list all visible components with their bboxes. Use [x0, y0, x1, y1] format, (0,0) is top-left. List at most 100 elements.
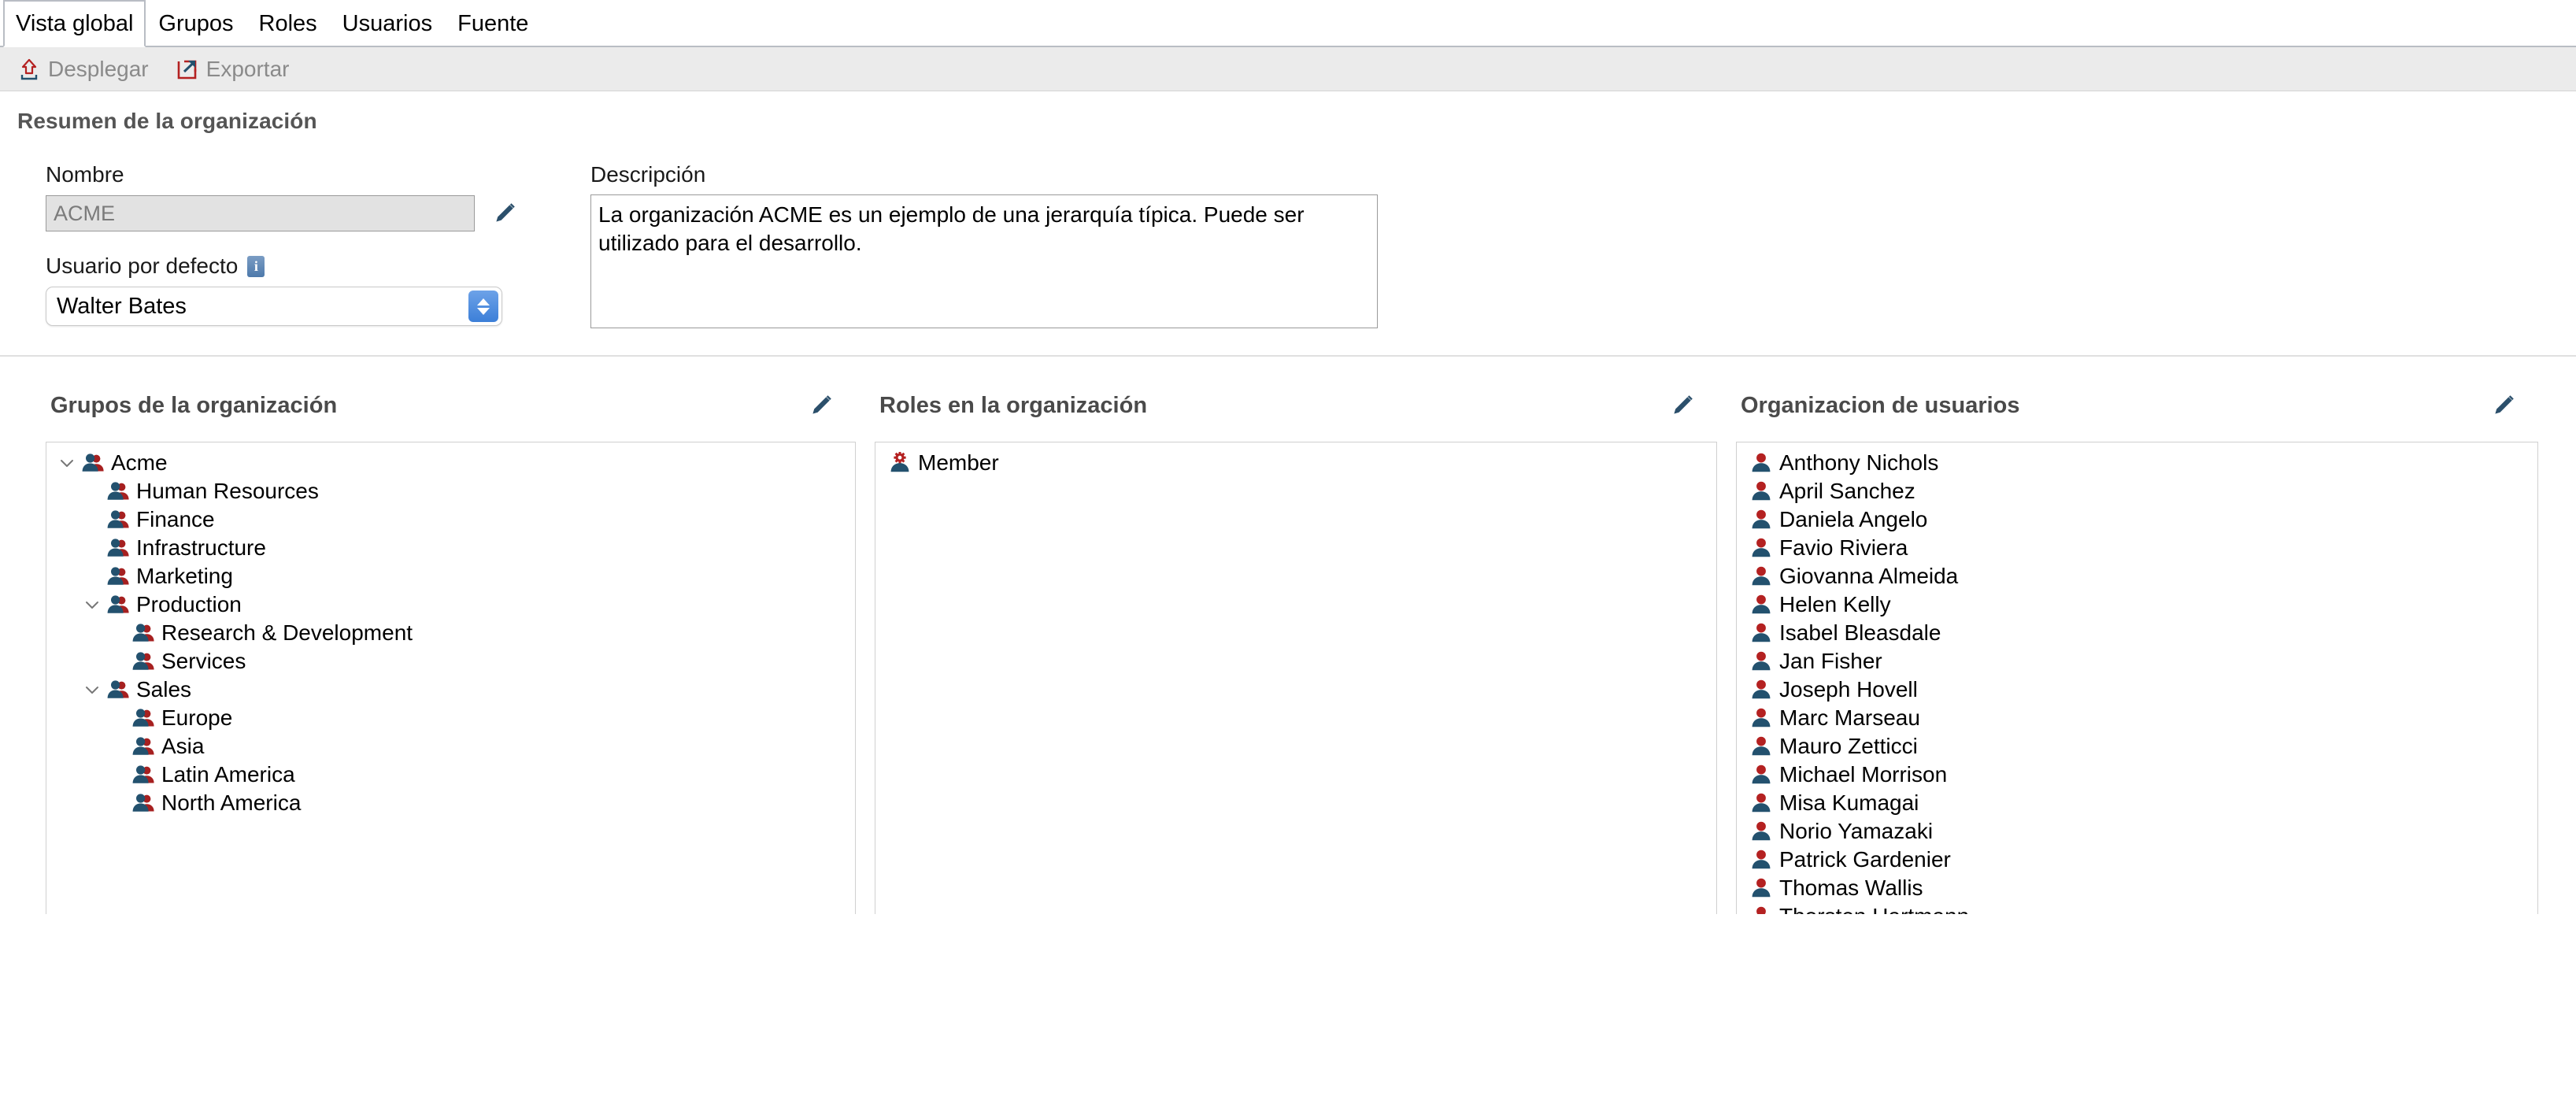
- user-icon: [1748, 762, 1775, 787]
- user-icon: [1752, 566, 1771, 586]
- list-item[interactable]: Europe: [46, 704, 855, 732]
- list-item[interactable]: April Sanchez: [1737, 477, 2537, 505]
- name-input[interactable]: [46, 195, 475, 231]
- twisty-expanded[interactable]: [80, 592, 105, 617]
- item-label: Michael Morrison: [1779, 762, 1948, 787]
- list-item[interactable]: Jan Fisher: [1737, 647, 2537, 676]
- tab-label: Fuente: [457, 11, 529, 36]
- twisty-expanded[interactable]: [80, 677, 105, 702]
- edit-groups-button[interactable]: [805, 390, 837, 421]
- form-left-column: Nombre Usuario por defecto i Walter Bate…: [46, 162, 581, 326]
- list-item[interactable]: Thomas Wallis: [1737, 874, 2537, 902]
- list-item[interactable]: Daniela Angelo: [1737, 505, 2537, 534]
- group-icon: [107, 595, 129, 613]
- pencil-icon: [2495, 395, 2514, 414]
- list-item[interactable]: Acme: [46, 449, 855, 477]
- name-label: Nombre: [46, 162, 581, 187]
- user-icon: [1748, 479, 1775, 504]
- default-user-label-text: Usuario por defecto: [46, 254, 239, 278]
- list-item[interactable]: Research & Development: [46, 619, 855, 647]
- item-label: Favio Riviera: [1779, 535, 1908, 560]
- stepper-arrows-icon[interactable]: [468, 291, 498, 322]
- edit-users-button[interactable]: [2488, 390, 2519, 421]
- tab-vista-global[interactable]: Vista global: [3, 0, 146, 47]
- item-label: Marc Marseau: [1779, 705, 1920, 730]
- edit-name-button[interactable]: [489, 198, 520, 229]
- user-icon: [1748, 535, 1775, 561]
- list-item[interactable]: Norio Yamazaki: [1737, 817, 2537, 846]
- tab-roles[interactable]: Roles: [246, 0, 330, 46]
- list-item[interactable]: Infrastructure: [46, 534, 855, 562]
- twisty-empty: [105, 762, 130, 787]
- organization-form: Nombre Usuario por defecto i Walter Bate…: [0, 134, 2576, 335]
- list-item[interactable]: Member: [875, 449, 1716, 477]
- list-item[interactable]: Human Resources: [46, 477, 855, 505]
- list-item[interactable]: Michael Morrison: [1737, 761, 2537, 789]
- user-icon: [1752, 679, 1771, 699]
- item-label: Mauro Zetticci: [1779, 734, 1918, 758]
- deploy-icon: [17, 57, 41, 81]
- list-item[interactable]: Favio Riviera: [1737, 534, 2537, 562]
- tab-fuente[interactable]: Fuente: [445, 0, 541, 46]
- tab-usuarios[interactable]: Usuarios: [330, 0, 445, 46]
- list-item[interactable]: Thorsten Hartmann: [1737, 902, 2537, 914]
- list-item[interactable]: Latin America: [46, 761, 855, 789]
- list-item[interactable]: Marc Marseau: [1737, 704, 2537, 732]
- default-user-select[interactable]: Walter Bates: [46, 287, 502, 326]
- twisty-expanded[interactable]: [54, 450, 80, 476]
- tab-grupos[interactable]: Grupos: [146, 0, 246, 46]
- list-item[interactable]: Helen Kelly: [1737, 590, 2537, 619]
- users-list[interactable]: Anthony Nichols April Sanchez Daniela Ange…: [1736, 442, 2538, 914]
- list-item[interactable]: Isabel Bleasdale: [1737, 619, 2537, 647]
- user-icon: [1752, 538, 1771, 557]
- list-item[interactable]: Production: [46, 590, 855, 619]
- info-icon[interactable]: i: [247, 255, 265, 277]
- deploy-button[interactable]: Desplegar: [17, 57, 149, 82]
- roles-list[interactable]: Member: [875, 442, 1717, 914]
- groups-tree[interactable]: Acme Human Resources Finance Infrastructure…: [46, 442, 856, 914]
- twisty-empty: [105, 620, 130, 646]
- group-icon: [132, 765, 154, 783]
- item-label: Asia: [161, 734, 205, 758]
- tab-label: Grupos: [158, 11, 234, 36]
- group-icon: [105, 479, 131, 504]
- list-item[interactable]: Finance: [46, 505, 855, 534]
- pencil-icon: [812, 395, 831, 414]
- list-item[interactable]: Anthony Nichols: [1737, 449, 2537, 477]
- twisty-empty: [80, 535, 105, 561]
- panel-users-header: Organizacion de usuarios: [1717, 357, 2538, 442]
- group-icon: [105, 592, 131, 617]
- pencil-icon: [496, 203, 515, 222]
- list-item[interactable]: Joseph Hovell: [1737, 676, 2537, 704]
- item-label: Sales: [136, 677, 192, 702]
- group-icon: [105, 564, 131, 589]
- list-item[interactable]: North America: [46, 789, 855, 817]
- user-icon: [1748, 904, 1775, 914]
- deploy-label: Desplegar: [48, 56, 149, 81]
- user-icon: [1748, 620, 1775, 646]
- list-item[interactable]: Patrick Gardenier: [1737, 846, 2537, 874]
- group-icon: [132, 709, 154, 727]
- item-label: Human Resources: [136, 479, 319, 503]
- user-icon: [1748, 819, 1775, 844]
- export-button[interactable]: Exportar: [176, 57, 289, 82]
- default-user-select-value: Walter Bates: [46, 287, 502, 326]
- list-item[interactable]: Misa Kumagai: [1737, 789, 2537, 817]
- list-item[interactable]: Services: [46, 647, 855, 676]
- list-item[interactable]: Giovanna Almeida: [1737, 562, 2537, 590]
- item-label: Jan Fisher: [1779, 649, 1882, 673]
- item-label: Acme: [111, 450, 168, 475]
- panel-roles: Roles en la organización Member: [856, 357, 1717, 914]
- user-icon: [1752, 850, 1771, 869]
- list-item[interactable]: Mauro Zetticci: [1737, 732, 2537, 761]
- group-icon: [132, 794, 154, 812]
- twisty-empty: [80, 564, 105, 589]
- user-icon: [1748, 592, 1775, 617]
- item-label: Marketing: [136, 564, 233, 588]
- list-item[interactable]: Asia: [46, 732, 855, 761]
- list-item[interactable]: Marketing: [46, 562, 855, 590]
- group-icon: [107, 510, 129, 528]
- edit-roles-button[interactable]: [1667, 390, 1698, 421]
- list-item[interactable]: Sales: [46, 676, 855, 704]
- description-textarea[interactable]: La organización ACME es un ejemplo de un…: [590, 194, 1378, 328]
